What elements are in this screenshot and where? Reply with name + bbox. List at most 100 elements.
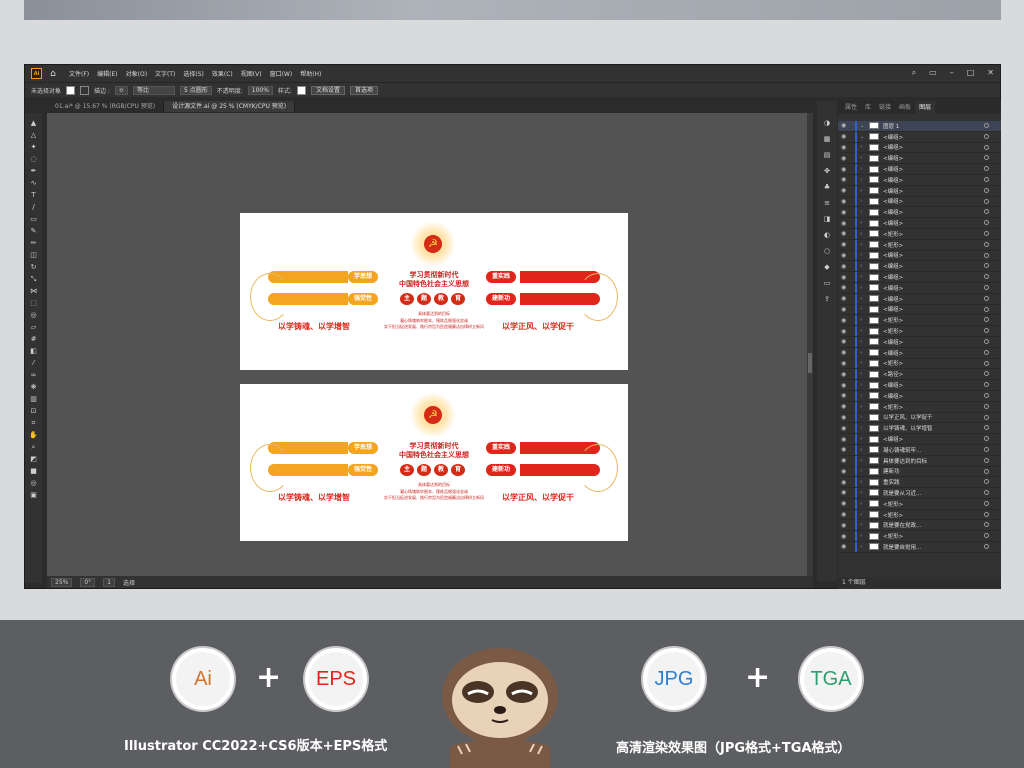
home-icon[interactable]: ⌂ bbox=[47, 68, 59, 80]
layer-row[interactable]: ◉ › <矩形> bbox=[838, 315, 1001, 327]
tab-doc-1[interactable]: 01.ai* @ 15.67 % (RGB/CPU 预览) bbox=[47, 101, 165, 112]
expand-chevron-icon[interactable]: › bbox=[860, 328, 867, 334]
color-mode-icon[interactable]: ■ bbox=[29, 467, 38, 476]
visibility-eye-icon[interactable]: ◉ bbox=[841, 317, 849, 324]
tab-properties[interactable]: 属性 bbox=[841, 101, 861, 114]
search-icon[interactable]: ⌕ bbox=[912, 68, 916, 78]
target-circle-icon[interactable] bbox=[984, 295, 989, 301]
expand-chevron-icon[interactable]: › bbox=[860, 533, 867, 539]
target-circle-icon[interactable] bbox=[984, 123, 989, 128]
asset-export-icon[interactable]: ⇪ bbox=[822, 294, 832, 304]
tab-libraries[interactable]: 库 bbox=[861, 101, 875, 114]
pen-tool-icon[interactable]: ✒ bbox=[29, 167, 38, 176]
scroll-thumb[interactable] bbox=[808, 353, 812, 373]
direct-selection-icon[interactable]: △ bbox=[29, 131, 38, 140]
target-circle-icon[interactable] bbox=[984, 425, 989, 431]
visibility-eye-icon[interactable]: ◉ bbox=[841, 436, 849, 443]
visibility-eye-icon[interactable]: ◉ bbox=[841, 209, 849, 216]
comments-icon[interactable]: ▭ bbox=[822, 278, 832, 288]
expand-chevron-icon[interactable]: › bbox=[860, 263, 867, 269]
layer-row[interactable]: ◉ › <编组> bbox=[838, 250, 1001, 262]
tab-doc-2[interactable]: 设计源文件.ai @ 25 % (CMYK/CPU 预览) bbox=[164, 101, 296, 112]
expand-chevron-icon[interactable]: › bbox=[860, 166, 867, 172]
layer-row[interactable]: ◉ › <编组> bbox=[838, 390, 1001, 402]
target-circle-icon[interactable] bbox=[984, 457, 989, 463]
visibility-eye-icon[interactable]: ◉ bbox=[841, 479, 849, 486]
graphic-styles-icon[interactable]: ◆ bbox=[822, 262, 832, 272]
target-circle-icon[interactable] bbox=[984, 306, 989, 312]
tab-artboards[interactable]: 画板 bbox=[895, 101, 915, 114]
layer-row[interactable]: ◉ › <矩形> bbox=[838, 326, 1001, 337]
menu-view[interactable]: 视图(V) bbox=[241, 69, 262, 78]
visibility-eye-icon[interactable]: ◉ bbox=[841, 414, 849, 421]
draw-mode-icon[interactable]: ◎ bbox=[29, 479, 38, 488]
visibility-eye-icon[interactable]: ◉ bbox=[841, 220, 849, 227]
visibility-eye-icon[interactable]: ◉ bbox=[841, 522, 849, 529]
mesh-icon[interactable]: # bbox=[29, 335, 38, 344]
color-panel-icon[interactable]: ◑ bbox=[822, 118, 832, 128]
opacity-field[interactable]: 100% bbox=[247, 85, 273, 95]
visibility-eye-icon[interactable]: ◉ bbox=[841, 263, 849, 270]
target-circle-icon[interactable] bbox=[984, 284, 989, 290]
target-circle-icon[interactable] bbox=[984, 198, 989, 204]
target-circle-icon[interactable] bbox=[984, 500, 989, 506]
slice-tool-icon[interactable]: ⌗ bbox=[29, 419, 38, 428]
visibility-eye-icon[interactable]: ◉ bbox=[841, 403, 849, 410]
expand-chevron-icon[interactable]: › bbox=[860, 544, 867, 550]
layer-row[interactable]: ◉ › <编组> bbox=[838, 304, 1001, 316]
graph-tool-icon[interactable]: ▥ bbox=[29, 395, 38, 404]
expand-chevron-icon[interactable]: › bbox=[860, 306, 867, 312]
rotate-field[interactable]: 0° bbox=[80, 577, 96, 587]
perspective-icon[interactable]: ▱ bbox=[29, 323, 38, 332]
visibility-eye-icon[interactable]: ◉ bbox=[841, 446, 849, 453]
layer-row[interactable]: ◉ › <编组> bbox=[838, 434, 1001, 445]
brushes-icon[interactable]: ✤ bbox=[822, 166, 832, 176]
target-circle-icon[interactable] bbox=[984, 360, 989, 366]
expand-chevron-icon[interactable]: › bbox=[860, 371, 867, 377]
menu-edit[interactable]: 编辑(E) bbox=[97, 69, 117, 78]
artboard-1[interactable]: ☭ 学习贯彻新时代 中国特色社会主义思想 主 题 教 育 学思想 强党性 重实践 … bbox=[240, 213, 628, 370]
visibility-eye-icon[interactable]: ◉ bbox=[841, 176, 849, 183]
visibility-eye-icon[interactable]: ◉ bbox=[841, 198, 849, 205]
target-circle-icon[interactable] bbox=[984, 176, 989, 182]
target-circle-icon[interactable] bbox=[984, 436, 989, 442]
artboard-tool-icon[interactable]: ⊡ bbox=[29, 407, 38, 416]
expand-chevron-icon[interactable]: ⌄ bbox=[860, 134, 867, 140]
target-circle-icon[interactable] bbox=[984, 155, 989, 161]
layer-row[interactable]: ◉ › <编组> bbox=[838, 218, 1001, 229]
screen-mode-icon[interactable]: ▣ bbox=[29, 491, 38, 500]
target-circle-icon[interactable] bbox=[984, 144, 989, 150]
swatches-icon[interactable]: ▤ bbox=[822, 150, 832, 160]
zoom-tool-icon[interactable]: ⌕ bbox=[29, 443, 38, 452]
expand-chevron-icon[interactable]: › bbox=[860, 425, 867, 431]
visibility-eye-icon[interactable]: ◉ bbox=[841, 122, 849, 129]
visibility-eye-icon[interactable]: ◉ bbox=[841, 457, 849, 464]
expand-chevron-icon[interactable]: › bbox=[860, 436, 867, 442]
target-circle-icon[interactable] bbox=[984, 241, 989, 247]
target-circle-icon[interactable] bbox=[984, 133, 989, 139]
visibility-eye-icon[interactable]: ◉ bbox=[841, 533, 849, 540]
visibility-eye-icon[interactable]: ◉ bbox=[841, 382, 849, 389]
visibility-eye-icon[interactable]: ◉ bbox=[841, 392, 849, 399]
uniform-profile[interactable]: 等比 bbox=[132, 85, 175, 95]
lasso-icon[interactable]: ◌ bbox=[29, 155, 38, 164]
visibility-eye-icon[interactable]: ◉ bbox=[841, 328, 849, 335]
visibility-eye-icon[interactable]: ◉ bbox=[841, 338, 849, 345]
target-circle-icon[interactable] bbox=[984, 522, 989, 528]
expand-chevron-icon[interactable]: › bbox=[860, 350, 867, 356]
layer-row[interactable]: ◉ › <编组> bbox=[838, 282, 1001, 294]
visibility-eye-icon[interactable]: ◉ bbox=[841, 511, 849, 518]
layer-row[interactable]: ◉ › <编组> bbox=[838, 261, 1001, 273]
fill-swatch[interactable] bbox=[66, 85, 76, 95]
symbols-icon[interactable]: ♣ bbox=[822, 182, 832, 192]
line-tool-icon[interactable]: / bbox=[29, 203, 38, 212]
layer-row[interactable]: ◉ › 重实践 bbox=[838, 477, 1001, 489]
layer-row[interactable]: ◉ › <编组> bbox=[838, 174, 1001, 186]
target-circle-icon[interactable] bbox=[984, 230, 989, 236]
target-circle-icon[interactable] bbox=[984, 511, 989, 517]
target-circle-icon[interactable] bbox=[984, 544, 989, 550]
expand-chevron-icon[interactable]: › bbox=[860, 285, 867, 291]
fill-stroke-icon[interactable]: ◩ bbox=[29, 455, 38, 464]
expand-chevron-icon[interactable]: › bbox=[860, 209, 867, 215]
eraser-icon[interactable]: ◫ bbox=[29, 251, 38, 260]
